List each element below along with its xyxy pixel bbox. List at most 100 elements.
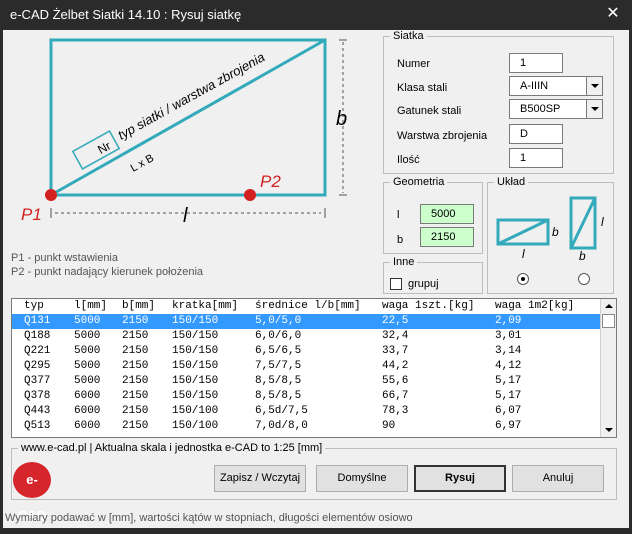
cancel-button[interactable]: Anuluj: [512, 465, 604, 492]
main-window: e-CAD Żelbet Siatki 14.10 : Rysuj siatkę…: [0, 0, 632, 531]
geometria-group-title: Geometria: [393, 176, 445, 188]
table-row[interactable]: Q443 6000 2150 150/100 6,5d/7,5 78,3 6,0…: [12, 404, 602, 419]
cell-kratka: 150/100: [172, 420, 219, 432]
p1-point: [45, 189, 57, 201]
cell-b: 2150: [122, 345, 149, 357]
cell-waga-m2: 6,97: [495, 420, 522, 432]
grupuj-checkbox[interactable]: [390, 278, 402, 290]
cell-l: 6000: [74, 420, 101, 432]
cell-typ: Q131: [24, 315, 51, 327]
scroll-thumb[interactable]: [602, 314, 615, 328]
cell-typ: Q513: [24, 420, 51, 432]
cell-b: 2150: [122, 375, 149, 387]
cell-waga-m2: 3,01: [495, 330, 522, 342]
table-scrollbar[interactable]: [600, 299, 616, 437]
cell-l: 5000: [74, 360, 101, 372]
cell-waga-szt: 33,7: [382, 345, 409, 357]
cell-typ: Q221: [24, 345, 51, 357]
grupuj-label: grupuj: [408, 278, 439, 290]
cell-kratka: 150/150: [172, 375, 219, 387]
header-kratka: kratka[mm]: [172, 300, 239, 312]
cell-waga-m2: 5,17: [495, 390, 522, 402]
table-row[interactable]: Q377 5000 2150 150/150 8,5/8,5 55,6 5,17: [12, 374, 602, 389]
cell-waga-szt: 78,3: [382, 405, 409, 417]
legend-p1: P1 - punkt wstawienia: [11, 252, 118, 264]
cell-waga-m2: 3,14: [495, 345, 522, 357]
table-header-row: typ l[mm] b[mm] kratka[mm] średnice l/b[…: [12, 299, 602, 314]
cell-b: 2150: [122, 360, 149, 372]
cell-srednice: 6,5/6,5: [255, 345, 302, 357]
layout-options-icons: b l l b: [496, 196, 604, 263]
mesh-diagram: Nr typ siatki / warstwa zbrojenia L x B …: [21, 38, 347, 227]
cell-waga-szt: 90: [382, 420, 396, 432]
layout2-b-label: b: [579, 249, 586, 263]
inne-group-title: Inne: [393, 256, 415, 268]
numer-label: Numer: [397, 58, 431, 70]
cell-l: 6000: [74, 405, 101, 417]
klasa-select[interactable]: A-IIIN: [509, 76, 603, 96]
gatunek-select[interactable]: B500SP: [509, 99, 603, 119]
close-icon[interactable]: ✕: [602, 4, 624, 24]
cell-b: 2150: [122, 420, 149, 432]
cell-typ: Q295: [24, 360, 51, 372]
window-title: e-CAD Żelbet Siatki 14.10 : Rysuj siatkę: [10, 7, 242, 22]
cell-waga-m2: 4,12: [495, 360, 522, 372]
chevron-down-icon[interactable]: [586, 100, 602, 118]
mesh-type-table[interactable]: typ l[mm] b[mm] kratka[mm] średnice l/b[…: [11, 298, 617, 438]
layout2-l-label: l: [601, 215, 604, 229]
siatka-group-title: Siatka: [393, 30, 424, 42]
warstwa-field[interactable]: D: [509, 124, 563, 144]
table-row[interactable]: Q295 5000 2150 150/150 7,5/7,5 44,2 4,12: [12, 359, 602, 374]
defaults-button[interactable]: Domyślne: [316, 465, 408, 492]
cell-srednice: 7,5/7,5: [255, 360, 302, 372]
cell-kratka: 150/150: [172, 315, 219, 327]
klasa-label: Klasa stali: [397, 82, 448, 94]
gatunek-value: B500SP: [520, 103, 561, 115]
scroll-down-icon[interactable]: [601, 423, 616, 437]
width-field[interactable]: 2150: [420, 227, 474, 247]
klasa-value: A-IIIN: [520, 80, 549, 92]
gatunek-label: Gatunek stali: [397, 105, 462, 117]
length-field[interactable]: 5000: [420, 204, 474, 224]
footer-info: www.e-cad.pl | Aktualna skala i jednostk…: [21, 442, 323, 454]
cell-kratka: 150/150: [172, 330, 219, 342]
cell-srednice: 6,0/6,0: [255, 330, 302, 342]
layout-horizontal-radio[interactable]: [517, 273, 529, 285]
table-row[interactable]: Q131 5000 2150 150/150 5,0/5,0 22,5 2,09: [12, 314, 602, 329]
cell-waga-m2: 6,07: [495, 405, 522, 417]
layout1-b-label: b: [552, 225, 559, 239]
cell-typ: Q378: [24, 390, 51, 402]
cell-typ: Q443: [24, 405, 51, 417]
cell-waga-m2: 5,17: [495, 375, 522, 387]
numer-field[interactable]: 1: [509, 53, 563, 73]
table-row[interactable]: Q378 6000 2150 150/150 8,5/8,5 66,7 5,17: [12, 389, 602, 404]
dialog-client: Nr typ siatki / warstwa zbrojenia L x B …: [3, 30, 629, 528]
cell-b: 2150: [122, 330, 149, 342]
cell-waga-szt: 55,6: [382, 375, 409, 387]
ecad-logo: e-CAD: [13, 462, 51, 523]
cell-l: 5000: [74, 375, 101, 387]
cell-b: 2150: [122, 315, 149, 327]
save-load-button[interactable]: Zapisz / Wczytaj: [214, 465, 306, 492]
table-row[interactable]: Q221 5000 2150 150/150 6,5/6,5 33,7 3,14: [12, 344, 602, 359]
ilosc-label: Ilość: [397, 154, 420, 166]
diagonal-label: typ siatki / warstwa zbrojenia: [115, 49, 267, 142]
cell-typ: Q377: [24, 375, 51, 387]
scroll-up-icon[interactable]: [601, 299, 616, 313]
cell-l: 6000: [74, 390, 101, 402]
cell-srednice: 6,5d/7,5: [255, 405, 308, 417]
geometria-b-label: b: [397, 234, 404, 246]
p2-label: P2: [260, 172, 281, 191]
layout-vertical-radio[interactable]: [578, 273, 590, 285]
table-row[interactable]: Q188 5000 2150 150/150 6,0/6,0 32,4 3,01: [12, 329, 602, 344]
chevron-down-icon[interactable]: [586, 77, 602, 95]
header-waga-szt: waga 1szt.[kg]: [382, 300, 475, 312]
header-typ: typ: [24, 300, 44, 312]
table-row[interactable]: Q513 6000 2150 150/100 7,0d/8,0 90 6,97: [12, 419, 602, 434]
draw-button[interactable]: Rysuj: [414, 465, 506, 492]
p2-point: [244, 189, 256, 201]
ilosc-field[interactable]: 1: [509, 148, 563, 168]
cell-l: 5000: [74, 345, 101, 357]
layout1-l-label: l: [522, 247, 525, 261]
geometria-l-label: l: [397, 209, 400, 221]
